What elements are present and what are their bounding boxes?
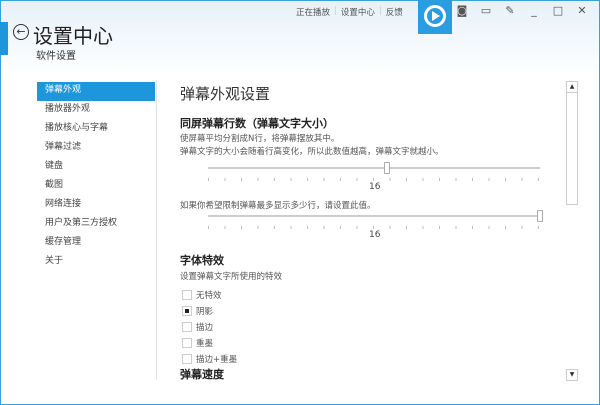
sidebar-item-cache[interactable]: 缓存管理 <box>37 234 155 253</box>
font-effects-heading: 字体特效 <box>180 254 224 267</box>
checkbox[interactable] <box>182 322 192 332</box>
option-label: 描边 <box>196 323 214 333</box>
effect-option-shadow[interactable]: 阴影 <box>182 305 213 317</box>
link-now-playing[interactable]: 正在播放 <box>296 6 330 18</box>
camera-icon[interactable]: ◙ <box>456 4 468 17</box>
effect-option-bold[interactable]: 重墨 <box>182 337 213 349</box>
checkbox[interactable] <box>182 338 192 348</box>
sidebar-item-danmaku-filter[interactable]: 弹幕过滤 <box>37 139 155 158</box>
top-links: 正在播放 | 设置中心 | 反馈 <box>296 6 403 18</box>
option-label: 重墨 <box>196 339 214 349</box>
limit-slider-ticks <box>208 226 542 229</box>
minimize-icon[interactable]: _ <box>528 4 540 17</box>
lines-heading: 同屏弹幕行数（弹幕文字大小） <box>180 117 334 130</box>
scrollbar-thumb[interactable] <box>566 81 578 205</box>
back-button[interactable]: ← <box>13 24 29 40</box>
sidebar-item-about[interactable]: 关于 <box>37 253 155 272</box>
sidebar-item-player-appearance[interactable]: 播放器外观 <box>37 101 155 120</box>
font-effects-desc: 设置弹幕文字所使用的特效 <box>180 272 283 282</box>
checkbox[interactable] <box>182 354 192 364</box>
page-subtitle: 软件设置 <box>36 51 76 62</box>
limit-slider-thumb[interactable] <box>537 210 543 222</box>
lines-slider-value: 16 <box>369 182 381 192</box>
accent-bar <box>0 22 8 55</box>
scroll-up-icon[interactable]: ▲ <box>566 81 578 93</box>
lines-desc-2: 弹幕文字的大小会随着行高变化，所以此数值越高，弹幕文字就越小。 <box>180 147 444 157</box>
effect-option-outline-bold[interactable]: 描边+重墨 <box>182 353 237 365</box>
section-title: 弹幕外观设置 <box>180 85 271 103</box>
scroll-down-icon[interactable]: ▼ <box>566 369 578 381</box>
sidebar-item-accounts[interactable]: 用户及第三方授权 <box>37 215 155 234</box>
link-settings[interactable]: 设置中心 <box>341 6 375 18</box>
pin-icon[interactable]: ✎ <box>504 4 516 17</box>
speed-heading: 弹幕速度 <box>180 368 224 381</box>
sidebar-item-keyboard[interactable]: 键盘 <box>37 158 155 177</box>
lines-slider-ticks <box>208 178 542 181</box>
maximize-icon[interactable]: □ <box>552 4 564 17</box>
separator: | <box>378 6 382 16</box>
sidebar-item-core-subtitles[interactable]: 播放核心与字幕 <box>37 120 155 139</box>
page-title: 设置中心 <box>33 24 113 48</box>
close-icon[interactable]: ✕ <box>576 4 588 17</box>
window-controls: ◙ ▭ ✎ _ □ ✕ <box>456 4 588 17</box>
limit-slider[interactable] <box>208 215 540 217</box>
option-label: 阴影 <box>196 307 214 317</box>
sidebar-item-network[interactable]: 网络连接 <box>37 196 155 215</box>
sidebar: 弹幕外观 播放器外观 播放核心与字幕 弹幕过滤 键盘 截图 网络连接 用户及第三… <box>37 82 155 272</box>
limit-desc: 如果你希望限制弹幕最多显示多少行，请设置此值。 <box>180 201 376 211</box>
lines-slider[interactable] <box>208 167 540 169</box>
divider <box>156 80 157 380</box>
lines-slider-thumb[interactable] <box>384 162 391 174</box>
lines-desc-1: 使屏幕平均分割成N行，将弹幕摆放其中。 <box>180 134 340 144</box>
link-feedback[interactable]: 反馈 <box>386 6 403 18</box>
app-logo <box>418 0 452 34</box>
effect-option-outline[interactable]: 描边 <box>182 321 213 333</box>
limit-slider-value: 16 <box>369 230 381 240</box>
checkbox[interactable] <box>182 306 192 316</box>
checkbox[interactable] <box>182 290 192 300</box>
sidebar-item-screenshot[interactable]: 截图 <box>37 177 155 196</box>
option-label: 描边+重墨 <box>196 355 238 365</box>
miniplayer-icon[interactable]: ▭ <box>480 4 492 17</box>
sidebar-item-danmaku-appearance[interactable]: 弹幕外观 <box>37 82 155 101</box>
separator: | <box>334 6 337 16</box>
effect-option-none[interactable]: 无特效 <box>182 289 222 301</box>
option-label: 无特效 <box>196 291 222 301</box>
